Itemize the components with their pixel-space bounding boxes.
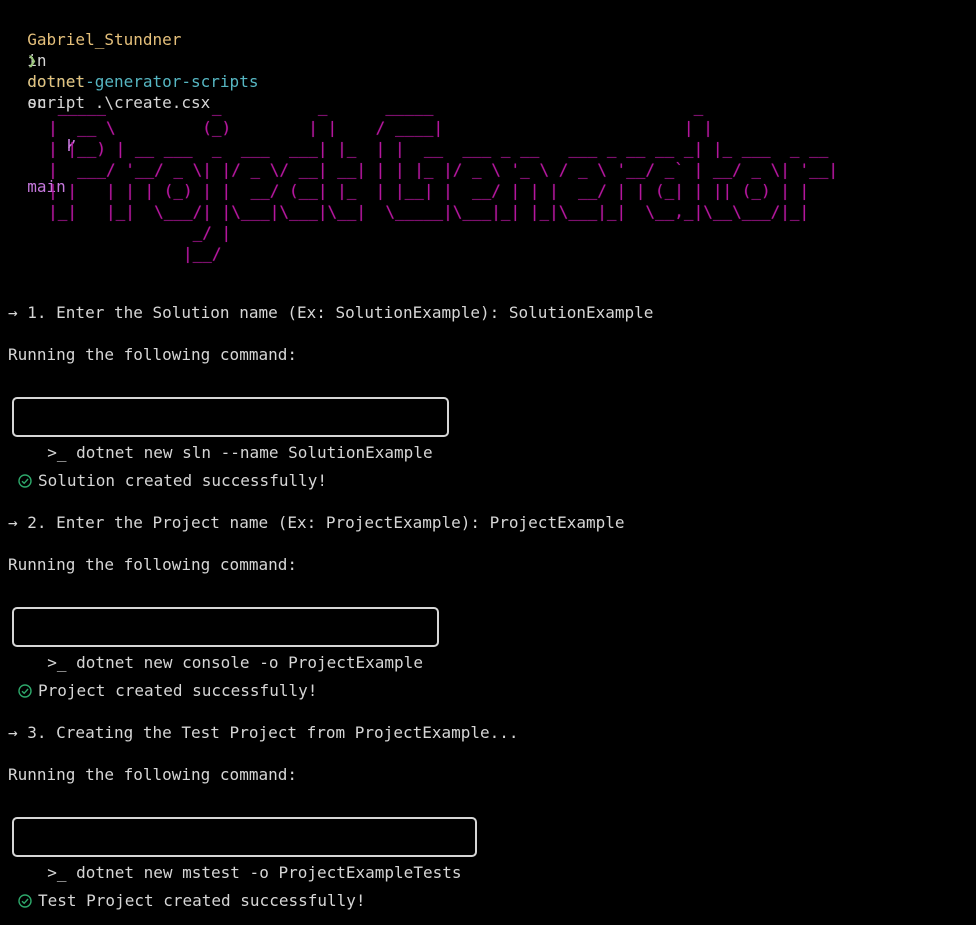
step-2-command-text: >_ dotnet new console -o ProjectExample — [47, 653, 423, 672]
check-circle-icon — [18, 473, 32, 488]
step-2-prompt: → 2. Enter the Project name (Ex: Project… — [8, 513, 625, 532]
shell-prompt-line: Gabriel_Stundner in dotnet-generator-scr… — [8, 8, 258, 196]
step-3-running-text: Running the following command: — [8, 765, 297, 784]
step-3-command-box: >_ dotnet new mstest -o ProjectExampleTe… — [12, 817, 478, 882]
step-1-success-message: Solution created successfully! — [18, 470, 327, 491]
check-circle-icon — [18, 893, 32, 908]
step-1-command-box: >_ dotnet new sln --name SolutionExample — [12, 397, 449, 462]
command-line: ❯ dotnet script .\create.csx — [8, 29, 210, 112]
step-1-success-text: Solution created successfully! — [38, 471, 327, 490]
step-3-success-text: Test Project created successfully! — [38, 891, 366, 910]
check-circle-icon — [18, 683, 32, 698]
step-1-prompt: → 1. Enter the Solution name (Ex: Soluti… — [8, 303, 654, 322]
step-1-command-text: >_ dotnet new sln --name SolutionExample — [47, 443, 433, 462]
prompt-arrow-icon: ❯ — [27, 51, 37, 70]
step-2-running-text: Running the following command: — [8, 555, 297, 574]
step-2-command-box: >_ dotnet new console -o ProjectExample — [12, 607, 439, 672]
step-2-success-text: Project created successfully! — [38, 681, 318, 700]
step-3-command-text: >_ dotnet new mstest -o ProjectExampleTe… — [47, 863, 462, 882]
ascii-banner: _____ _ _ _____ _ | __ \ (_) | | / ____|… — [48, 97, 839, 263]
step-1-running-text: Running the following command: — [8, 345, 297, 364]
step-3-success-message: Test Project created successfully! — [18, 890, 366, 911]
command-binary: dotnet — [27, 72, 86, 91]
step-2-success-message: Project created successfully! — [18, 680, 317, 701]
step-3-prompt: → 3. Creating the Test Project from Proj… — [8, 723, 519, 742]
